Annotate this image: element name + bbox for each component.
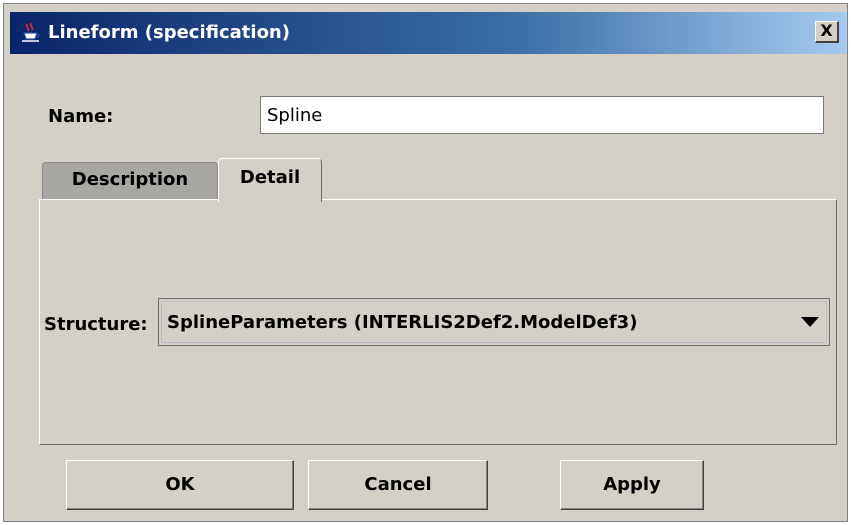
structure-label: Structure: bbox=[44, 314, 148, 335]
structure-selected-value: SplineParameters (INTERLIS2Def2.ModelDef… bbox=[167, 312, 638, 333]
close-icon: X bbox=[820, 21, 833, 40]
tab-detail-label: Detail bbox=[239, 167, 301, 188]
ok-button[interactable]: OK bbox=[66, 460, 294, 510]
java-cup-icon bbox=[20, 22, 42, 44]
cancel-button[interactable]: Cancel bbox=[308, 460, 488, 510]
detail-tab-panel: Structure: SplineParameters (INTERLIS2De… bbox=[39, 199, 837, 445]
tab-description[interactable]: Description bbox=[42, 162, 218, 200]
lineform-dialog: Lineform (specification) X Name: Descrip… bbox=[3, 3, 848, 522]
tab-description-label: Description bbox=[71, 169, 189, 190]
tab-detail[interactable]: Detail bbox=[218, 158, 322, 202]
name-input[interactable] bbox=[260, 96, 824, 134]
apply-button[interactable]: Apply bbox=[560, 460, 704, 510]
structure-dropdown[interactable]: SplineParameters (INTERLIS2Def2.ModelDef… bbox=[158, 298, 830, 346]
window-title: Lineform (specification) bbox=[48, 22, 290, 43]
close-button[interactable]: X bbox=[815, 21, 839, 43]
name-label: Name: bbox=[48, 106, 114, 127]
dropdown-arrow-icon[interactable] bbox=[801, 317, 819, 327]
title-bar[interactable]: Lineform (specification) X bbox=[10, 12, 847, 54]
